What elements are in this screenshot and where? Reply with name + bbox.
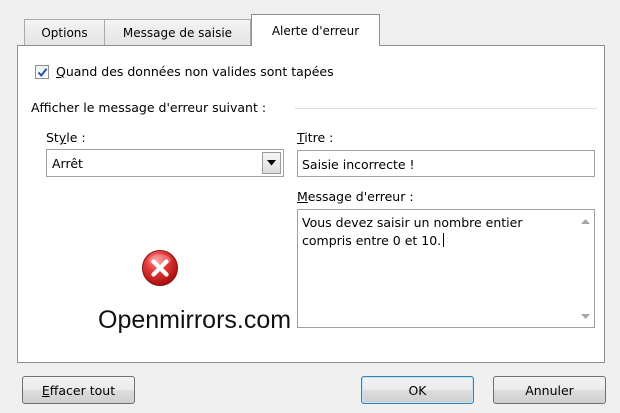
- data-validation-dialog: Options Message de saisie Alerte d'erreu…: [0, 0, 620, 413]
- error-message-text: Vous devez saisir un nombre entier compr…: [302, 214, 572, 250]
- scroll-down-arrow-icon: [580, 313, 590, 319]
- title-label: Titre :: [297, 130, 333, 145]
- title-input[interactable]: Saisie incorrecte !: [297, 150, 595, 177]
- title-label-text: itre :: [304, 130, 334, 145]
- textarea-scrollbar[interactable]: [576, 210, 594, 327]
- show-error-alert-label[interactable]: Quand des données non valides sont tapée…: [56, 64, 334, 79]
- style-label-pre: St: [46, 130, 59, 145]
- error-message-label-text: essage d'erreur :: [307, 189, 414, 204]
- tab-options[interactable]: Options: [24, 19, 105, 45]
- error-stop-icon: [142, 250, 178, 286]
- title-input-value: Saisie incorrecte !: [302, 157, 415, 172]
- error-message-value: Vous devez saisir un nombre entier compr…: [302, 215, 523, 248]
- scroll-down-button[interactable]: [576, 307, 594, 325]
- show-error-alert-checkbox[interactable]: [35, 65, 49, 79]
- accel-e: E: [41, 382, 50, 398]
- style-select[interactable]: Arrêt: [46, 149, 284, 177]
- watermark-text: Openmirrors.com: [98, 306, 292, 334]
- error-message-label: Message d'erreur :: [297, 189, 414, 204]
- tab-input-message[interactable]: Message de saisie: [104, 19, 251, 45]
- ok-label: OK: [408, 382, 427, 398]
- clear-all-button[interactable]: Effacer tout: [22, 376, 135, 404]
- tab-error-alert-label: Alerte d'erreur: [271, 23, 360, 38]
- cancel-button[interactable]: Annuler: [493, 376, 606, 404]
- ok-button[interactable]: OK: [361, 376, 474, 404]
- checkmark-icon: [37, 67, 47, 77]
- text-caret: [443, 233, 445, 247]
- style-label-post: le :: [66, 130, 86, 145]
- tab-panel-error-alert: Quand des données non valides sont tapée…: [17, 45, 605, 363]
- accel-q: Q: [56, 64, 66, 79]
- accel-m: M: [297, 189, 308, 204]
- style-dropdown-button[interactable]: [262, 152, 281, 174]
- style-label: Style :: [46, 130, 86, 145]
- chevron-down-icon: [267, 160, 276, 166]
- tab-error-alert[interactable]: Alerte d'erreur: [251, 14, 380, 46]
- error-message-textarea[interactable]: Vous devez saisir un nombre entier compr…: [297, 209, 595, 328]
- group-label: Afficher le message d'erreur suivant :: [31, 100, 267, 115]
- check-label-text: uand des données non valides sont tapées: [65, 64, 334, 79]
- tab-input-message-label: Message de saisie: [122, 25, 233, 40]
- scroll-up-button[interactable]: [576, 212, 594, 230]
- style-select-value: Arrêt: [52, 156, 83, 171]
- scroll-up-arrow-icon: [580, 218, 590, 224]
- tab-options-label: Options: [41, 25, 88, 40]
- cancel-label: Annuler: [525, 382, 574, 398]
- clear-all-label: ffacer tout: [49, 382, 116, 398]
- group-divider: [295, 108, 597, 109]
